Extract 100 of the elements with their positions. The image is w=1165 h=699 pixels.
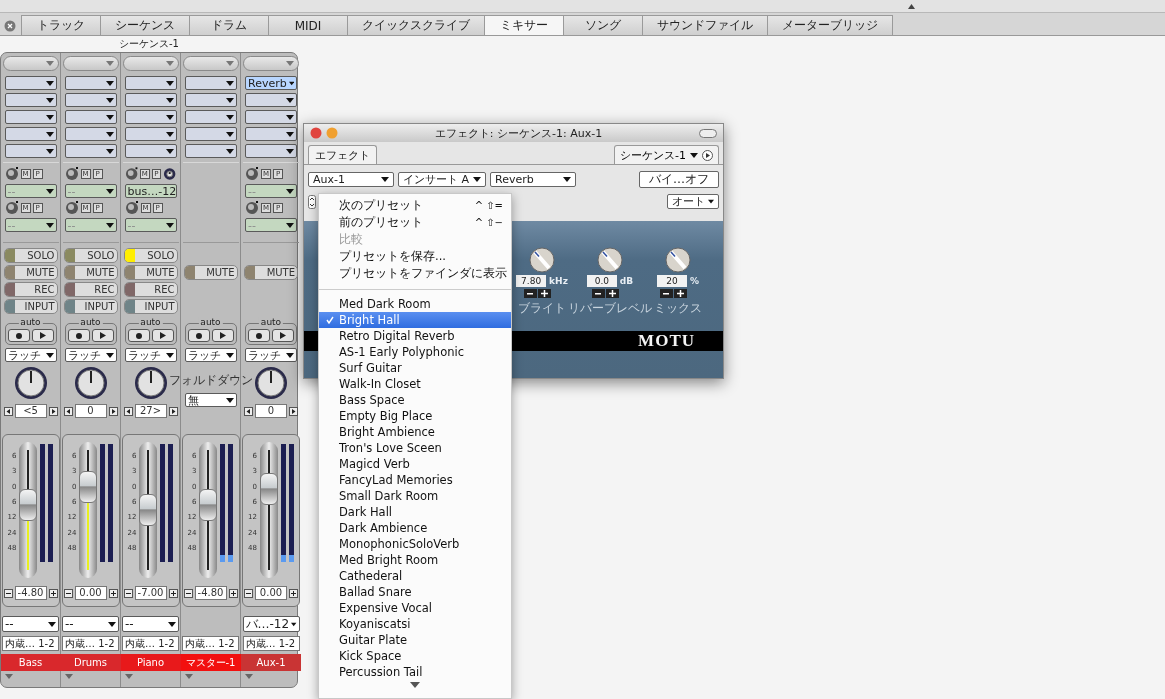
send-dropdown[interactable]: bus…-12 [124,184,177,198]
plus-icon[interactable] [168,588,178,598]
right-arrow-icon[interactable] [108,406,118,416]
insert-dropdown[interactable] [4,76,57,90]
tab[interactable]: メーターブリッジ [767,15,893,35]
insert-dropdown[interactable] [184,110,237,124]
plus-button[interactable] [605,289,619,298]
play-button[interactable] [272,329,294,342]
plus-icon[interactable] [228,588,238,598]
minus-icon[interactable] [244,588,253,598]
mute-button[interactable]: MUTE [244,265,298,280]
tab[interactable]: ドラム [189,15,269,35]
solo-button[interactable]: SOLO [3,248,58,263]
record-button[interactable] [67,329,90,342]
menu-item[interactable]: Ballad Snare [319,584,511,600]
play-circle-icon[interactable] [702,149,713,161]
menu-item[interactable]: プリセットをファインダに表示 [319,265,511,282]
toolbar-toggle-icon[interactable] [699,128,717,138]
menu-item[interactable]: Kick Space [319,648,511,664]
rec-button[interactable]: REC [63,282,118,297]
menu-item[interactable]: Magicd Verb [319,456,511,472]
insert-dropdown[interactable] [184,144,237,158]
tab[interactable]: MIDI [268,15,348,35]
input-dropdown[interactable] [62,56,119,71]
input-button[interactable]: INPUT [3,299,58,314]
minus-button[interactable] [523,289,537,298]
tab[interactable]: シーケンス [100,15,190,35]
record-button[interactable] [7,329,30,342]
insert-dropdown[interactable] [245,110,297,124]
play-button[interactable] [211,329,234,342]
minus-icon[interactable] [183,588,193,598]
mute-button[interactable]: MUTE [3,265,58,280]
menu-item[interactable]: 前のプリセット ^ ⇧− [319,214,511,231]
play-button[interactable] [31,329,54,342]
scroll-down-icon[interactable] [410,682,420,688]
collapse-icon[interactable] [908,3,915,9]
menu-item[interactable]: Dark Ambience [319,520,511,536]
input-dropdown[interactable] [182,56,239,71]
menu-item[interactable]: Koyaniscatsi [319,616,511,632]
input-dropdown[interactable] [122,56,179,71]
output-dropdown[interactable]: -- [122,616,179,632]
right-arrow-icon[interactable] [168,406,178,416]
knob-icon[interactable] [13,366,48,400]
menu-item[interactable]: Guitar Plate [319,632,511,648]
left-arrow-icon[interactable] [123,406,133,416]
bypass-button[interactable]: バイ…オフ [639,171,719,188]
plus-icon[interactable] [289,588,298,598]
mute-button[interactable]: MUTE [63,265,118,280]
input-button[interactable]: INPUT [123,299,178,314]
menu-item[interactable]: MonophonicSoloVerb [319,536,511,552]
menu-item[interactable]: Small Dark Room [319,488,511,504]
right-arrow-icon[interactable] [48,406,58,416]
insert-dropdown[interactable] [64,76,117,90]
menu-item[interactable]: Bright Hall [319,312,511,328]
fader-track[interactable] [199,442,218,578]
output-dropdown[interactable]: -- [2,616,59,632]
plugin-dropdown[interactable]: Reverb [490,172,576,187]
insert-dropdown[interactable] [184,76,237,90]
menu-item[interactable]: Retro Digital Reverb [319,328,511,344]
insert-dropdown[interactable] [124,93,177,107]
input-dropdown[interactable] [243,56,299,71]
fader-thumb[interactable] [259,473,278,506]
input-button[interactable]: INPUT [63,299,118,314]
record-button[interactable] [248,329,270,342]
menu-item[interactable]: Tron's Love Sceen [319,440,511,456]
insert-dropdown[interactable] [64,127,117,141]
menu-item[interactable]: Surf Guitar [319,360,511,376]
insert-dropdown[interactable] [64,144,117,158]
plus-icon[interactable] [108,588,118,598]
menu-item[interactable]: Percussion Tail [319,664,511,680]
menu-item[interactable]: Bass Space [319,392,511,408]
tab[interactable]: トラック [21,15,101,35]
minus-button[interactable] [591,289,605,298]
solo-button[interactable]: SOLO [123,248,178,263]
insert-dropdown[interactable] [184,93,237,107]
insert-dropdown[interactable] [245,93,297,107]
play-button[interactable] [91,329,114,342]
tab[interactable]: エフェクト [308,145,377,164]
knob-icon[interactable] [597,247,623,273]
insert-dropdown[interactable] [124,76,177,90]
fader-thumb[interactable] [79,471,98,504]
close-icon[interactable] [310,127,322,139]
record-button[interactable] [187,329,210,342]
mute-button[interactable]: MUTE [183,265,238,280]
minus-button[interactable] [659,289,673,298]
menu-item[interactable]: Dark Hall [319,504,511,520]
tab[interactable]: クイックスクライブ [347,15,485,35]
stepper-icon[interactable] [308,194,316,209]
play-button[interactable] [151,329,174,342]
insert-dropdown[interactable] [184,127,237,141]
insert-dropdown[interactable] [64,93,117,107]
tab[interactable]: ミキサー [484,15,564,35]
menu-item[interactable]: FancyLad Memories [319,472,511,488]
track-dropdown[interactable]: Aux-1 [308,172,394,187]
fader-thumb[interactable] [199,488,218,521]
fader-track[interactable] [139,442,158,578]
solo-button[interactable]: SOLO [63,248,118,263]
mode-dropdown[interactable]: ラッチ [64,348,117,362]
rec-button[interactable]: REC [3,282,58,297]
menu-item[interactable]: Walk-In Closet [319,376,511,392]
